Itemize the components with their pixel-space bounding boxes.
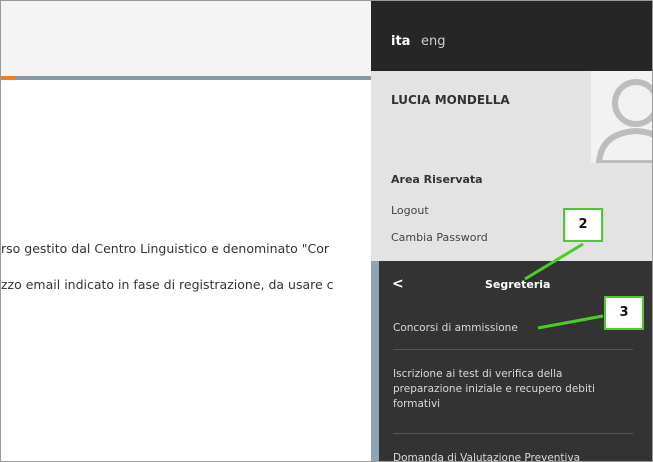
body-text-line-1: rso gestito dal Centro Linguistico e den… [1, 241, 330, 256]
logout-link[interactable]: Logout [391, 204, 429, 217]
change-password-link[interactable]: Cambia Password [391, 231, 488, 244]
callout-3: 3 [604, 296, 644, 330]
segreteria-menu: < Segreteria Concorsi di ammissione Iscr… [379, 261, 652, 461]
user-box: LUCIA MONDELLA Area Riservata Logout Cam… [371, 71, 652, 261]
language-eng-link[interactable]: eng [421, 34, 446, 49]
header-divider [1, 76, 371, 80]
user-name: LUCIA MONDELLA [391, 93, 510, 107]
body-text-line-2: zzo email indicato in fase di registrazi… [1, 277, 334, 292]
page-header [1, 1, 371, 76]
user-placeholder-icon [591, 71, 652, 163]
menu-item-concorsi[interactable]: Concorsi di ammissione [393, 321, 629, 336]
menu-divider [393, 433, 633, 434]
header-accent [1, 76, 15, 80]
language-bar: ita eng [371, 1, 652, 71]
callout-2: 2 [563, 208, 603, 242]
main-content: rso gestito dal Centro Linguistico e den… [1, 1, 371, 461]
side-panel: ita eng LUCIA MONDELLA Area Riservata Lo… [371, 1, 652, 461]
menu-item-iscrizione-test[interactable]: Iscrizione ai test di verifica della pre… [393, 367, 629, 412]
screenshot-frame: rso gestito dal Centro Linguistico e den… [0, 0, 653, 462]
menu-divider [393, 349, 633, 350]
language-ita-link[interactable]: ita [391, 34, 410, 49]
panel-edge-strip [371, 261, 379, 461]
area-riservata-title: Area Riservata [391, 173, 483, 186]
chevron-left-icon[interactable]: < [392, 276, 404, 292]
menu-title[interactable]: Segreteria [485, 278, 550, 291]
menu-item-valutazione-preventiva[interactable]: Domanda di Valutazione Preventiva [393, 451, 629, 461]
